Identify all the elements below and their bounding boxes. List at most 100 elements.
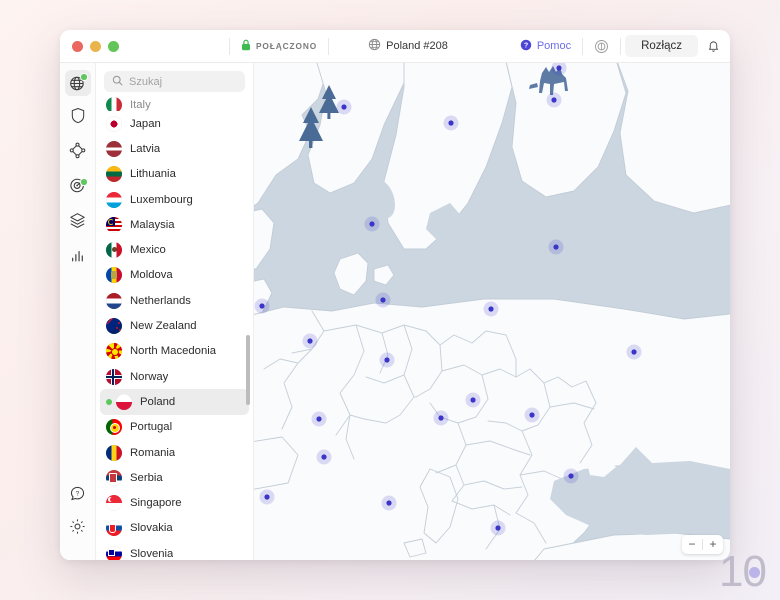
server-pin[interactable] [490, 520, 506, 536]
country-list-scroll[interactable]: Italy Japan Latvia Lithuania Luxembourg Malay… [96, 97, 253, 560]
server-pin[interactable] [316, 449, 332, 465]
disconnect-button[interactable]: Rozłącz [625, 35, 698, 57]
server-pin[interactable] [465, 392, 481, 408]
country-list-item[interactable]: Singapore [96, 490, 253, 515]
help-label: Pomoc [536, 40, 572, 52]
sidebar-item-vpn-globe[interactable] [64, 70, 91, 96]
server-pin[interactable] [443, 115, 459, 131]
country-list-item[interactable]: Portugal [96, 415, 253, 440]
close-window-button[interactable] [72, 40, 83, 52]
search-icon [112, 73, 123, 91]
server-pin[interactable] [311, 411, 327, 427]
zoom-out-button[interactable]: − [682, 535, 702, 554]
sidebar-item-file-share[interactable] [65, 210, 91, 236]
sidebar-item-meshnet[interactable] [65, 140, 91, 166]
server-pin[interactable] [548, 239, 564, 255]
country-list-item[interactable]: Slovakia [96, 516, 253, 541]
server-pin[interactable] [336, 99, 352, 115]
country-list-item[interactable]: Luxembourg [96, 187, 253, 212]
connection-status-label: POŁĄCZONO [256, 41, 318, 51]
country-flag-icon [106, 520, 122, 537]
server-pin[interactable] [626, 344, 642, 360]
country-flag-icon [106, 242, 122, 259]
layers-icon [69, 212, 86, 234]
server-pin[interactable] [524, 407, 540, 423]
server-pin[interactable] [259, 489, 275, 505]
watermark: 10 [719, 547, 767, 596]
server-pin[interactable] [546, 92, 562, 108]
server-map[interactable]: − + [254, 63, 730, 560]
search-container [96, 63, 253, 96]
country-flag-icon [106, 495, 122, 512]
country-list-item[interactable]: Italy [96, 97, 253, 111]
country-list-item[interactable]: Norway [96, 364, 253, 389]
maximize-window-button[interactable] [108, 40, 119, 52]
country-list-item[interactable]: Latvia [96, 136, 253, 161]
country-list-item[interactable]: Lithuania [96, 162, 253, 187]
country-list-item[interactable]: Malaysia [96, 212, 253, 237]
country-name: Slovakia [130, 522, 173, 535]
sidebar-item-help[interactable]: ? [65, 483, 91, 509]
country-list-item[interactable]: Slovenia [96, 541, 253, 560]
country-flag-icon [106, 419, 122, 436]
country-name: Latvia [130, 142, 161, 155]
country-name: Luxembourg [130, 193, 193, 206]
country-name: Japan [130, 117, 161, 130]
country-name: North Macedonia [130, 345, 217, 358]
country-list-item[interactable]: Serbia [96, 465, 253, 490]
country-flag-icon [106, 343, 122, 360]
server-pin[interactable] [254, 298, 270, 314]
notifications-bell-icon[interactable] [698, 39, 730, 53]
country-list-item[interactable]: Moldova [96, 263, 253, 288]
country-flag-icon [106, 292, 122, 309]
search-input[interactable] [129, 75, 237, 88]
server-pin[interactable] [364, 216, 380, 232]
server-pin[interactable] [483, 301, 499, 317]
sidebar-item-dark-web-monitor[interactable] [65, 175, 91, 201]
country-list-item[interactable]: Netherlands [96, 288, 253, 313]
svg-text:?: ? [524, 41, 528, 49]
search-box[interactable] [104, 71, 245, 92]
country-list-item[interactable]: Romania [96, 440, 253, 465]
country-flag-icon [106, 318, 122, 335]
country-name: Singapore [130, 497, 182, 510]
status-badge [80, 178, 88, 186]
server-pin[interactable] [379, 352, 395, 368]
server-pin[interactable] [563, 468, 579, 484]
minimize-window-button[interactable] [90, 40, 101, 52]
country-list-item[interactable]: North Macedonia [96, 339, 253, 364]
country-list-item[interactable]: Mexico [96, 237, 253, 262]
sidebar-item-threat-protection[interactable] [65, 105, 91, 131]
meshnet-circle-icon[interactable] [583, 30, 620, 62]
current-server-label: Poland #208 [386, 40, 448, 52]
list-scrollbar-thumb[interactable] [246, 335, 250, 405]
country-list-item[interactable]: New Zealand [96, 313, 253, 338]
traffic-lights [60, 40, 119, 52]
server-pin[interactable] [375, 292, 391, 308]
country-name: Mexico [130, 244, 166, 257]
help-link[interactable]: ? Pomoc [509, 30, 582, 62]
lock-icon [241, 39, 251, 54]
sidebar-item-statistics[interactable] [65, 245, 91, 271]
country-name: Moldova [130, 269, 173, 282]
server-pin[interactable] [302, 333, 318, 349]
country-flag-icon [106, 469, 122, 486]
app-window: POŁĄCZONO Poland #208 ? Pomoc Rozłącz ? … [60, 30, 730, 560]
shield-icon [70, 107, 86, 129]
country-flag-icon [106, 191, 122, 208]
server-pin[interactable] [381, 495, 397, 511]
country-list-item[interactable]: Japan [96, 111, 253, 136]
map-canvas [254, 63, 730, 560]
current-server[interactable]: Poland #208 [357, 30, 459, 62]
server-pin[interactable] [433, 410, 449, 426]
divider [620, 37, 622, 55]
country-name: Italy [130, 99, 151, 111]
country-flag-icon [106, 140, 122, 157]
country-list-item[interactable]: Poland [100, 389, 249, 415]
titlebar: POŁĄCZONO Poland #208 ? Pomoc Rozłącz [60, 30, 730, 63]
country-list: Italy Japan Latvia Lithuania Luxembourg Malay… [96, 97, 253, 560]
country-name: Norway [130, 370, 169, 383]
sidebar-item-settings[interactable] [65, 516, 91, 542]
map-zoom-controls: − + [682, 535, 723, 554]
country-name: Serbia [130, 471, 163, 484]
